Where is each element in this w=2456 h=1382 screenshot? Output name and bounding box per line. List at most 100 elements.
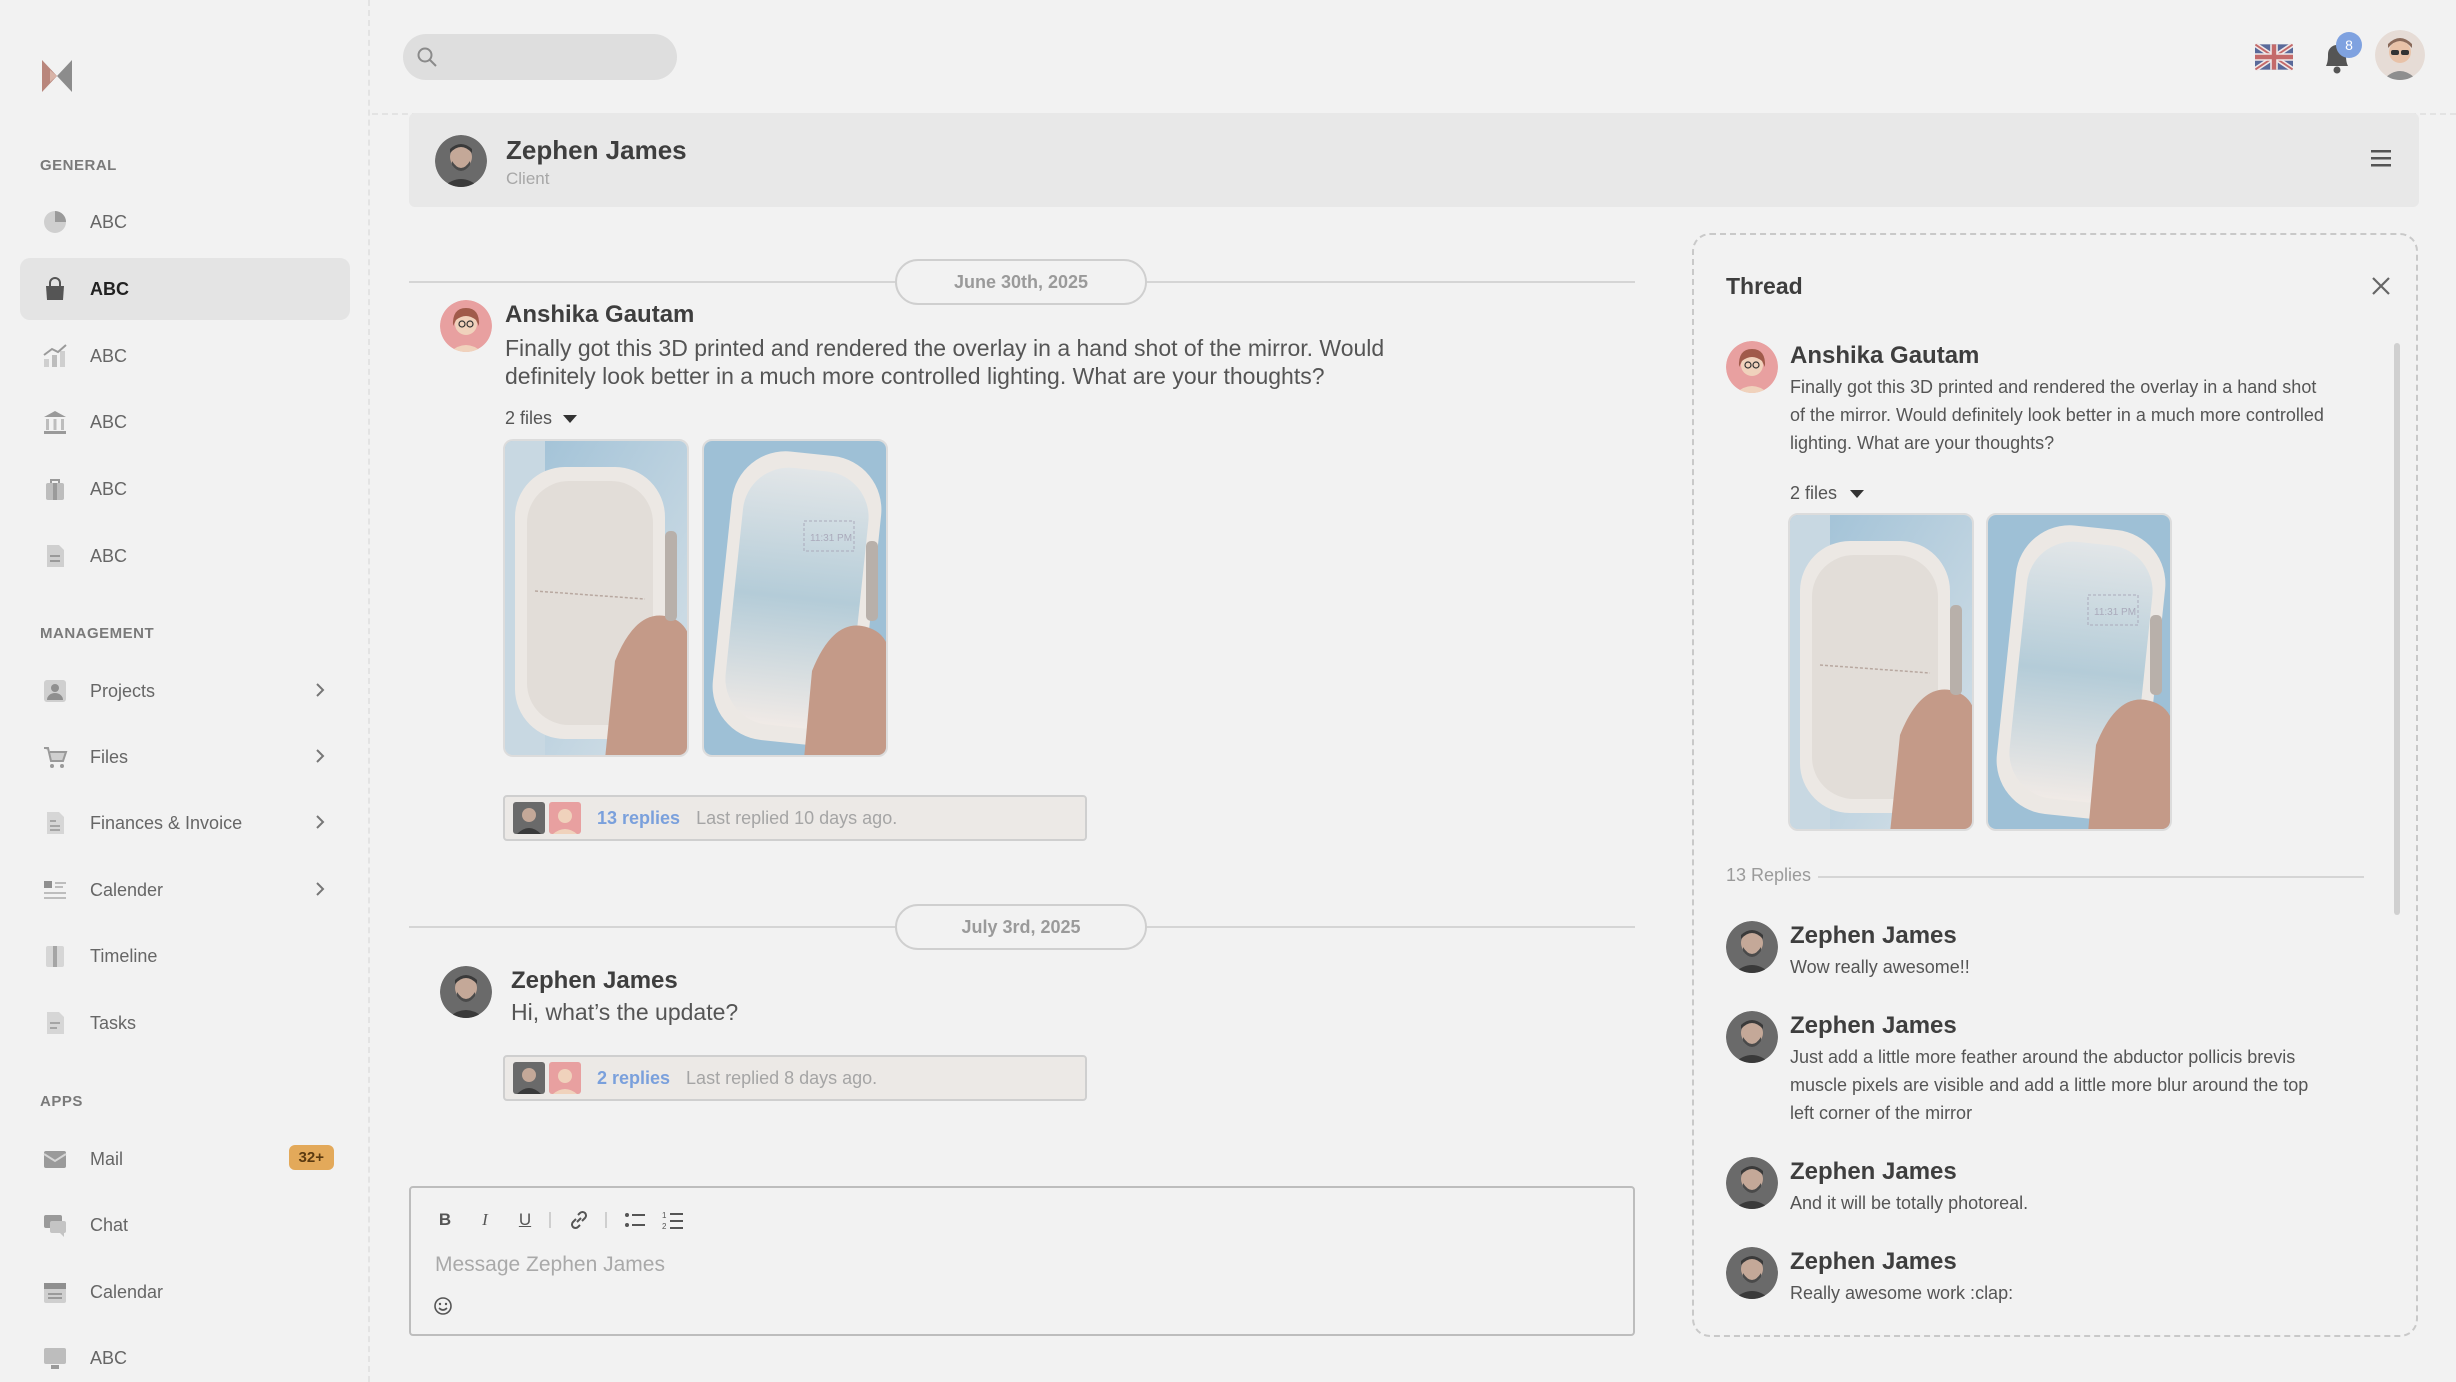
italic-button[interactable]: I <box>473 1208 497 1232</box>
replies-link[interactable]: 13 replies <box>597 808 680 829</box>
chat-icon <box>42 1212 68 1238</box>
reply-text: muscle pixels are visible and add a litt… <box>1790 1075 2309 1095</box>
emoji-icon[interactable] <box>433 1296 453 1316</box>
replies-count: 13 Replies <box>1726 865 1812 885</box>
uk-flag-icon[interactable] <box>2255 43 2293 71</box>
reply-avatar[interactable] <box>1726 921 1778 973</box>
image-attachment[interactable] <box>503 439 689 757</box>
reply-avatar <box>513 802 545 834</box>
sidebar-item-label: ABC <box>90 211 128 232</box>
author-avatar[interactable] <box>440 966 492 1018</box>
search-input[interactable] <box>403 34 677 80</box>
image-attachment[interactable] <box>1788 513 1974 831</box>
sidebar-item-abc-3[interactable]: ABC <box>20 325 350 387</box>
sidebar-item-abc-1[interactable]: ABC <box>20 191 350 253</box>
document-icon <box>42 543 68 569</box>
link-icon[interactable] <box>567 1208 591 1232</box>
thread-panel: Thread Anshika Gautam Finally got this 3… <box>1692 233 2418 1337</box>
bold-button[interactable]: B <box>433 1208 457 1232</box>
pie-chart-icon <box>42 209 68 235</box>
monitor-icon <box>42 1345 68 1371</box>
invoice-icon <box>42 810 68 836</box>
chat-header: Zephen James Client <box>409 113 2419 207</box>
author-avatar[interactable] <box>440 300 492 352</box>
files-toggle[interactable]: 2 files <box>1790 483 1865 504</box>
thread-root-text: of the mirror. Would definitely look bet… <box>1790 405 2324 425</box>
sidebar-item-label: ABC <box>90 1347 128 1368</box>
sidebar-item-projects[interactable]: Projects <box>20 660 350 722</box>
sidebar-item-abc-6[interactable]: ABC <box>20 525 350 587</box>
sidebar-item-abc-apps[interactable]: ABC <box>20 1327 350 1382</box>
reply-avatar[interactable] <box>1726 1011 1778 1063</box>
numbered-list-icon[interactable]: 12 <box>661 1208 685 1232</box>
reply-text: And it will be totally photoreal. <box>1790 1193 2029 1213</box>
chevron-right-icon <box>316 882 325 896</box>
sidebar-item-calendar[interactable]: Calendar <box>20 1261 350 1323</box>
list-icon <box>42 877 68 903</box>
reply-author: Zephen James <box>1790 1248 1957 1275</box>
sidebar-item-label: Files <box>90 746 129 767</box>
thread-root-text: lighting. What are your thoughts? <box>1790 433 2055 453</box>
message-author: Zephen James <box>511 967 678 994</box>
chevron-right-icon <box>316 815 325 829</box>
reply-avatar[interactable] <box>1726 1157 1778 1209</box>
sidebar-item-label: ABC <box>90 345 128 366</box>
message-input[interactable] <box>435 1250 1535 1280</box>
message-text: definitely look better in a much more co… <box>505 363 1325 389</box>
briefcase-icon <box>42 476 68 502</box>
sidebar-item-abc-4[interactable]: ABC <box>20 391 350 453</box>
files-toggle[interactable]: 2 files <box>505 408 578 429</box>
caret-down-icon <box>1850 489 1865 498</box>
sidebar-item-timeline[interactable]: Timeline <box>20 925 350 987</box>
mirror-photo-1 <box>1790 515 1972 829</box>
reply-text: Just add a little more feather around th… <box>1790 1047 2296 1067</box>
sidebar-item-calender[interactable]: Calender <box>20 859 350 921</box>
author-avatar[interactable] <box>1726 341 1778 393</box>
message-composer: B I U 12 <box>409 1186 1635 1336</box>
contact-avatar[interactable] <box>435 135 487 187</box>
bullet-list-icon[interactable] <box>623 1208 647 1232</box>
thread-replies-summary[interactable]: 13 replies Last replied 10 days ago. <box>503 795 1087 841</box>
cart-icon <box>42 744 68 770</box>
reply-author: Zephen James <box>1790 922 1957 949</box>
sidebar-item-abc-2[interactable]: ABC <box>20 258 350 320</box>
mail-icon <box>42 1146 68 1172</box>
menu-icon[interactable] <box>2371 149 2391 167</box>
sidebar-item-label: ABC <box>90 411 128 432</box>
message-text: Hi, what’s the update? <box>511 999 739 1025</box>
sidebar-item-label: Chat <box>90 1214 129 1235</box>
message-text: Finally got this 3D printed and rendered… <box>505 335 1385 361</box>
app-logo[interactable] <box>40 56 74 96</box>
sidebar-item-label: ABC <box>90 278 129 299</box>
sidebar-item-finances-invoice[interactable]: Finances & Invoice <box>20 792 350 854</box>
last-replied-text: Last replied 8 days ago. <box>686 1067 878 1088</box>
underline-button[interactable]: U <box>513 1208 537 1232</box>
sidebar-item-chat[interactable]: Chat <box>20 1194 350 1256</box>
image-attachment[interactable]: 11:31 PM <box>1986 513 2172 831</box>
reply-avatar[interactable] <box>1726 1247 1778 1299</box>
thread-root-author: Anshika Gautam <box>1790 342 1980 369</box>
sidebar-item-abc-5[interactable]: ABC <box>20 458 350 520</box>
last-replied-text: Last replied 10 days ago. <box>696 807 898 828</box>
sidebar-item-tasks[interactable]: Tasks <box>20 992 350 1054</box>
mail-count-badge: 32+ <box>288 1145 334 1170</box>
thread-scrollbar[interactable] <box>2394 343 2400 915</box>
svg-text:1: 1 <box>662 1211 667 1220</box>
sidebar-item-files[interactable]: Files <box>20 726 350 788</box>
sidebar-item-mail[interactable]: Mail 32+ <box>20 1128 350 1190</box>
files-label: 2 files <box>505 408 553 428</box>
close-icon[interactable] <box>2370 275 2392 297</box>
toolbar-separator <box>605 1212 607 1228</box>
date-divider: June 30th, 2025 <box>895 259 1147 305</box>
thread-replies-summary[interactable]: 2 replies Last replied 8 days ago. <box>503 1055 1087 1101</box>
reply-author: Zephen James <box>1790 1158 1957 1185</box>
book-icon <box>42 943 68 969</box>
replies-link[interactable]: 2 replies <box>597 1068 670 1089</box>
search-icon <box>417 47 437 67</box>
sidebar-item-label: Timeline <box>90 945 158 966</box>
shopping-bag-icon <box>42 276 68 302</box>
image-attachment[interactable]: 11:31 PM <box>702 439 888 757</box>
user-avatar[interactable] <box>2375 30 2425 80</box>
svg-text:11:31 PM: 11:31 PM <box>2094 607 2136 618</box>
thread-root-text: Finally got this 3D printed and rendered… <box>1790 377 2317 397</box>
